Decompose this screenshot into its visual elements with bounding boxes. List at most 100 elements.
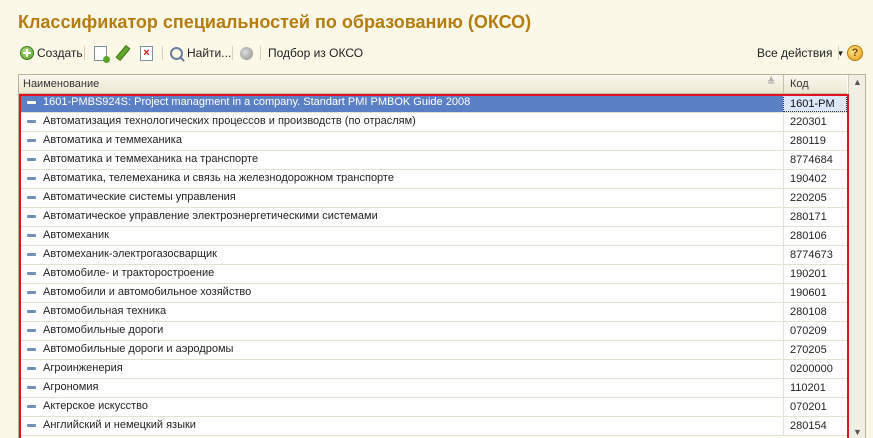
row-code-cell: 270205 <box>783 341 847 359</box>
item-icon <box>27 348 36 351</box>
table-row[interactable]: Автоматические системы управления 220205 <box>19 189 847 208</box>
pick-label: Подбор из ОКСО <box>268 46 364 60</box>
table-row[interactable]: Агроинженерия 0200000 <box>19 360 847 379</box>
item-icon <box>27 272 36 275</box>
table-row[interactable]: Автоматика и теммеханика на транспорте 87… <box>19 151 847 170</box>
table-row[interactable]: 1601-PMBS924S: Project managment in a co… <box>19 94 847 113</box>
all-actions-label: Все действия <box>757 46 833 60</box>
help-icon: ? <box>847 45 863 61</box>
table-row[interactable]: Автомобильные дороги 070209 <box>19 322 847 341</box>
row-code-cell: 280119 <box>783 132 847 150</box>
okso-window: Классификатор специальностей по образова… <box>0 0 873 438</box>
pick-from-okso-icon-button[interactable] <box>240 43 259 63</box>
pick-from-okso-button[interactable]: Подбор из ОКСО <box>268 43 363 63</box>
okso-table[interactable]: Наименование ≜ Код 1601-PMBS924S: Projec… <box>18 74 866 438</box>
row-name-cell: Автоматика и теммеханика <box>43 134 182 146</box>
item-icon <box>27 386 36 389</box>
toolbar-separator <box>162 46 163 60</box>
vertical-scrollbar[interactable]: ▲ ▼ <box>848 75 865 438</box>
row-code-cell: 0200000 <box>783 360 847 378</box>
table-row[interactable]: Автомобильные дороги и аэродромы 270205 <box>19 341 847 360</box>
find-label: Найти... <box>187 46 232 60</box>
row-code-cell: 8774684 <box>783 151 847 169</box>
row-name-cell: Английский и немецкий языки <box>43 419 196 431</box>
row-code-cell: 190201 <box>783 265 847 283</box>
item-icon <box>27 310 36 313</box>
table-row[interactable]: Автомобили и автомобильное хозяйство 1906… <box>19 284 847 303</box>
search-icon <box>170 46 183 60</box>
item-icon <box>27 120 36 123</box>
item-icon <box>27 405 36 408</box>
gear-icon <box>240 46 253 60</box>
toolbar-separator <box>838 46 839 60</box>
item-icon <box>27 139 36 142</box>
row-code-cell: 110201 <box>783 379 847 397</box>
row-name-cell: Агрономия <box>43 381 99 393</box>
row-name-cell: Автомобильные дороги <box>43 324 164 336</box>
table-row[interactable]: Автоматика и теммеханика 280119 <box>19 132 847 151</box>
toolbar-separator <box>260 46 261 60</box>
row-name-cell: Автоматика и теммеханика на транспорте <box>43 153 259 165</box>
table-header: Наименование ≜ Код <box>19 75 847 94</box>
row-code-cell: 280154 <box>783 417 847 435</box>
table-row[interactable]: Автомобильная техника 280108 <box>19 303 847 322</box>
pencil-icon <box>115 44 131 62</box>
help-button[interactable]: ? <box>847 43 863 63</box>
scroll-up-icon[interactable]: ▲ <box>853 77 862 87</box>
toolbar-separator <box>232 46 233 60</box>
row-code-cell: 190402 <box>783 170 847 188</box>
item-icon <box>27 177 36 180</box>
all-actions-menu[interactable]: Все действия ▼ <box>757 43 844 63</box>
table-row[interactable]: Актерское искусство 070201 <box>19 398 847 417</box>
row-name-cell: Автоматика, телемеханика и связь на желе… <box>43 172 394 184</box>
copy-icon <box>94 45 110 63</box>
row-code-cell: 190601 <box>783 284 847 302</box>
row-name-cell: Автомеханик <box>43 229 109 241</box>
add-icon <box>20 46 34 60</box>
row-code-cell: 070209 <box>783 322 847 340</box>
row-name-cell: Автомеханик-электрогазосварщик <box>43 248 217 260</box>
table-row[interactable]: Автоматическое управление электроэнергет… <box>19 208 847 227</box>
column-header-code[interactable]: Код <box>783 75 848 93</box>
window-title: Классификатор специальностей по образова… <box>18 12 532 32</box>
create-label: Создать <box>37 46 83 60</box>
table-row[interactable]: Автомеханик 280106 <box>19 227 847 246</box>
row-name-cell: Автомобильная техника <box>43 305 167 317</box>
item-icon <box>27 424 36 427</box>
row-code-cell: 280108 <box>783 303 847 321</box>
table-row[interactable]: Автомобиле- и тракторостроение 190201 <box>19 265 847 284</box>
toolbar: Создать × Найти... Подбор из ОКСО Все де… <box>20 43 865 63</box>
row-code-cell: 8774673 <box>783 246 847 264</box>
edit-button[interactable] <box>115 43 131 63</box>
row-name-cell: 1601-PMBS924S: Project managment in a co… <box>43 96 471 108</box>
row-name-cell: Автоматизация технологических процессов … <box>43 115 416 127</box>
row-name-cell: Автомобиле- и тракторостроение <box>43 267 215 279</box>
copy-button[interactable] <box>94 43 110 63</box>
row-name-cell: Автомобили и автомобильное хозяйство <box>43 286 252 298</box>
delete-icon: × <box>140 45 153 61</box>
item-icon <box>27 101 36 104</box>
row-code-cell: 220205 <box>783 189 847 207</box>
row-name-cell: Автомобильные дороги и аэродромы <box>43 343 234 355</box>
row-code-cell: 280171 <box>783 208 847 226</box>
item-icon <box>27 329 36 332</box>
row-name-cell: Автоматическое управление электроэнергет… <box>43 210 378 222</box>
row-name-cell: Актерское искусство <box>43 400 148 412</box>
table-row[interactable]: Автомеханик-электрогазосварщик 8774673 <box>19 246 847 265</box>
table-row[interactable]: Автоматика, телемеханика и связь на желе… <box>19 170 847 189</box>
row-name-cell: Автоматические системы управления <box>43 191 236 203</box>
row-code-cell: 220301 <box>783 113 847 131</box>
table-row[interactable]: Английский и немецкий языки 280154 <box>19 417 847 436</box>
scroll-down-icon[interactable]: ▼ <box>853 427 862 437</box>
table-row[interactable]: Автоматизация технологических процессов … <box>19 113 847 132</box>
delete-button[interactable]: × <box>140 43 153 63</box>
item-icon <box>27 291 36 294</box>
table-row[interactable]: Агрономия 110201 <box>19 379 847 398</box>
create-button[interactable]: Создать <box>20 43 83 63</box>
row-code-cell: 070201 <box>783 398 847 416</box>
item-icon <box>27 158 36 161</box>
item-icon <box>27 367 36 370</box>
item-icon <box>27 253 36 256</box>
column-header-name[interactable]: Наименование <box>23 78 763 90</box>
find-button[interactable]: Найти... <box>170 43 231 63</box>
